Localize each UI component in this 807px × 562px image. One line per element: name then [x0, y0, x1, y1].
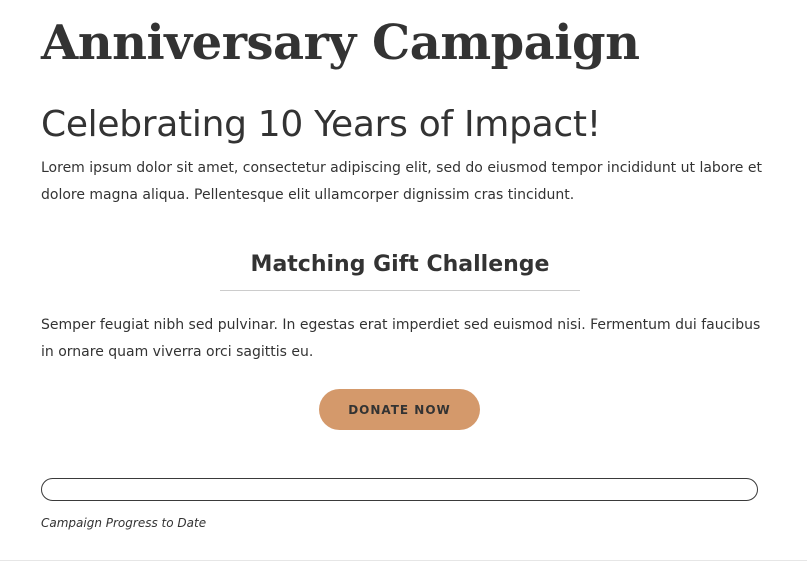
campaign-progress-bar — [41, 478, 758, 501]
heading-divider — [220, 290, 580, 291]
bottom-divider — [0, 560, 807, 561]
page: Anniversary Campaign Celebrating 10 Year… — [0, 0, 807, 562]
matching-gift-paragraph: Semper feugiat nibh sed pulvinar. In ege… — [41, 317, 761, 360]
matching-gift-heading: Matching Gift Challenge — [250, 252, 550, 277]
page-subtitle: Celebrating 10 Years of Impact! — [41, 104, 601, 145]
donate-now-button[interactable]: DONATE NOW — [319, 389, 480, 430]
progress-caption: Campaign Progress to Date — [41, 516, 207, 530]
intro-paragraph: Lorem ipsum dolor sit amet, consectetur … — [41, 160, 762, 203]
page-title: Anniversary Campaign — [41, 15, 640, 71]
